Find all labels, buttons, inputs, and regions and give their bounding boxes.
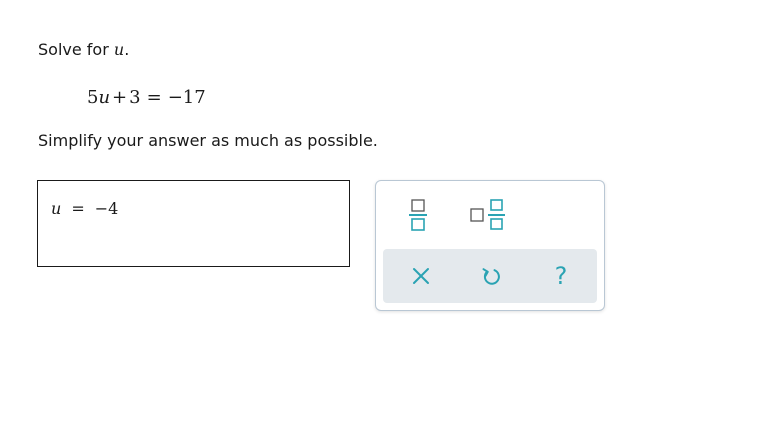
math-keypad: ?: [375, 180, 605, 311]
undo-button[interactable]: [471, 256, 511, 296]
undo-icon: [482, 268, 500, 285]
help-button[interactable]: ?: [541, 256, 581, 296]
keypad-action-bar: ?: [383, 249, 597, 303]
equation-equals: =: [146, 87, 162, 108]
answer-variable: u: [51, 199, 62, 218]
prompt-prefix: Solve for: [38, 40, 114, 59]
fraction-button[interactable]: [400, 195, 436, 235]
problem-prompt: Solve for u.: [38, 39, 129, 61]
answer-expression: u = −4: [51, 198, 118, 220]
mixed-number-icon: [470, 199, 505, 230]
answer-equals: =: [71, 199, 85, 218]
fraction-icon: [409, 199, 427, 231]
prompt-variable: u: [113, 40, 125, 59]
equation-rhs: −17: [167, 87, 206, 108]
instruction-text: Simplify your answer as much as possible…: [38, 131, 378, 150]
prompt-suffix: .: [124, 40, 130, 59]
answer-input[interactable]: u = −4: [37, 180, 350, 267]
equation-coefficient: 5: [87, 87, 99, 108]
equation-plus: +: [112, 87, 128, 108]
equation: 5u +3 = −17: [87, 86, 206, 110]
equation-constant: 3: [129, 87, 141, 108]
clear-button[interactable]: [401, 256, 441, 296]
help-icon: ?: [554, 262, 568, 290]
answer-value: −4: [94, 199, 119, 218]
x-icon: [413, 268, 429, 284]
equation-variable: u: [98, 87, 111, 108]
mixed-number-button[interactable]: [466, 195, 510, 235]
